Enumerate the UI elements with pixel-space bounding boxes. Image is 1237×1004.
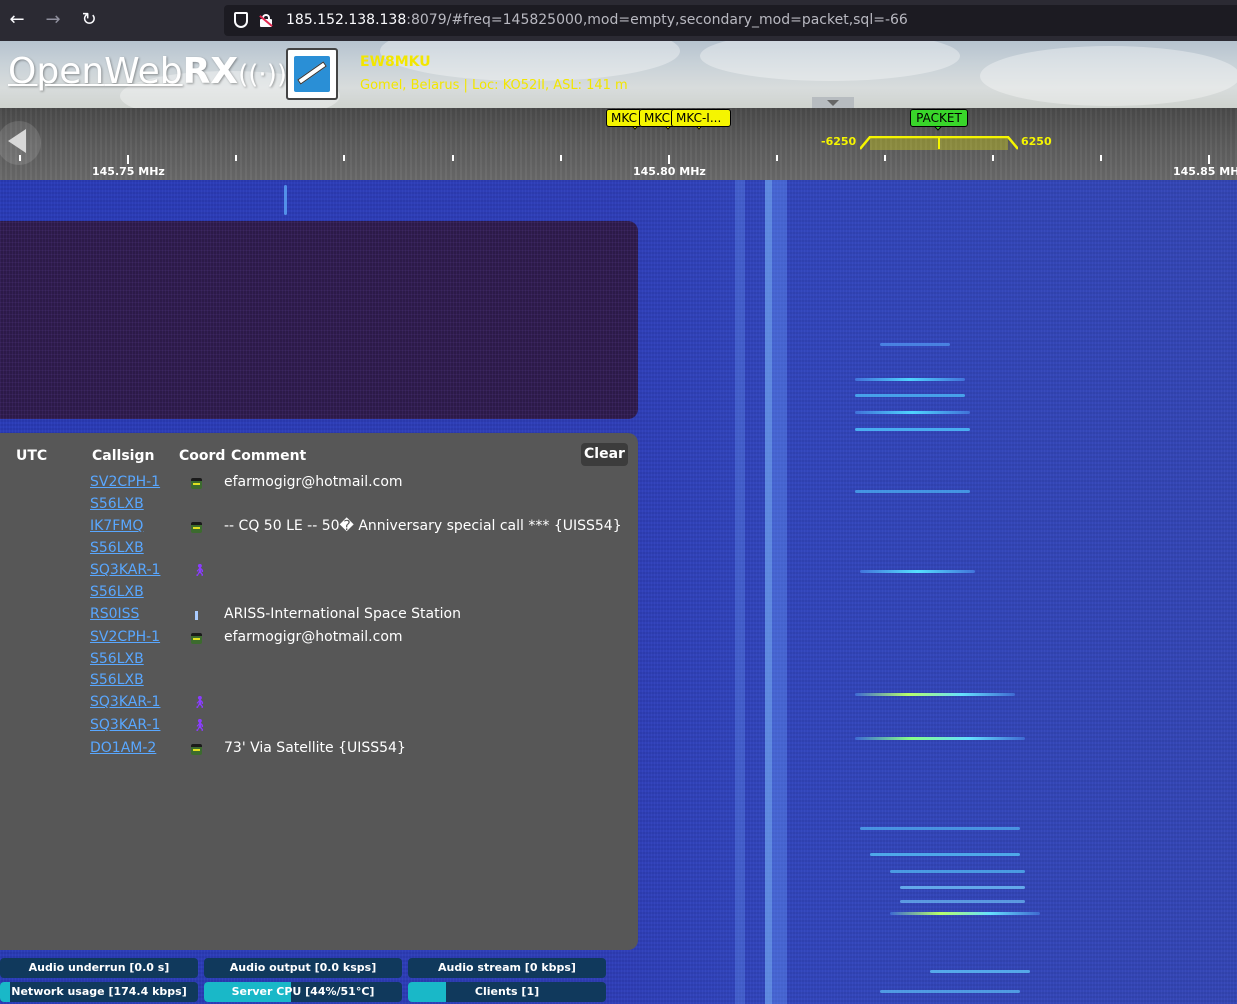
network-usage-status: Network usage [174.4 kbps] <box>0 982 198 1002</box>
station-description: Gomel, Belarus | Loc: KO52II, ASL: 141 m <box>360 78 628 93</box>
log-row: DO1AM-2 73' Via Satellite {UISS54} <box>0 740 638 762</box>
column-coord: Coord <box>179 448 226 464</box>
openwebrx-logo[interactable]: OpenWebRX((·)) <box>8 51 287 92</box>
callsign-link[interactable]: S56LXB <box>90 496 144 512</box>
insecure-lock-icon[interactable] <box>259 14 273 27</box>
audio-underrun-status: Audio underrun [0.0 s] <box>0 958 198 978</box>
receiver-header: OpenWebRX((·)) EW8MKU Gomel, Belarus | L… <box>0 41 1237 108</box>
shield-icon[interactable] <box>234 12 248 28</box>
callsign-link[interactable]: DO1AM-2 <box>90 740 156 756</box>
bookmark-marker[interactable]: MKC-I... <box>671 109 731 127</box>
callsign-link[interactable]: S56LXB <box>90 584 144 600</box>
satellite-icon[interactable] <box>191 610 202 621</box>
log-row: SQ3KAR-1 🚶︎ <box>0 694 638 716</box>
url-path: :8079/#freq=145825000,mod=empty,secondar… <box>406 12 908 28</box>
log-comment: efarmogigr@hotmail.com <box>224 474 403 490</box>
log-row: S56LXB <box>0 651 638 673</box>
log-row: S56LXB <box>0 672 638 694</box>
callsign-link[interactable]: S56LXB <box>90 540 144 556</box>
callsign-link[interactable]: SV2CPH-1 <box>90 474 160 490</box>
callsign-link[interactable]: SQ3KAR-1 <box>90 694 160 710</box>
collapse-header-button[interactable] <box>812 97 854 108</box>
clear-log-button[interactable]: Clear <box>581 443 628 466</box>
bandwidth-high-label: 6250 <box>1021 135 1052 148</box>
packet-tuning-marker[interactable]: PACKET <box>910 109 968 127</box>
chevron-left-icon <box>8 129 26 153</box>
log-row: S56LXB <box>0 584 638 606</box>
url-host: 185.152.138.138 <box>286 12 407 28</box>
car-icon[interactable] <box>191 522 202 533</box>
column-utc: UTC <box>16 448 48 464</box>
passband-handle[interactable] <box>860 136 1018 150</box>
log-comment: ARISS-International Space Station <box>224 606 461 622</box>
receiver-avatar <box>286 48 338 100</box>
back-arrow-icon[interactable]: ← <box>5 8 29 32</box>
callsign-link[interactable]: S56LXB <box>90 651 144 667</box>
callsign-link[interactable]: SQ3KAR-1 <box>90 717 160 733</box>
log-row: SV2CPH-1 efarmogigr@hotmail.com <box>0 474 638 496</box>
column-comment: Comment <box>231 448 307 464</box>
car-icon[interactable] <box>191 744 202 755</box>
car-icon[interactable] <box>191 633 202 644</box>
bookmark-marker[interactable]: MKC <box>639 109 675 127</box>
freq-label: 145.85 MH <box>1173 165 1237 178</box>
log-row: S56LXB <box>0 540 638 562</box>
log-row: RS0ISS ARISS-International Space Station <box>0 606 638 628</box>
log-row: IK7FMQ -- CQ 50 LE -- 50� Anniversary sp… <box>0 518 638 540</box>
clients-status: Clients [1] <box>408 982 606 1002</box>
freq-label: 145.75 MHz <box>92 165 165 178</box>
reload-icon[interactable]: ↻ <box>77 8 101 32</box>
walker-icon[interactable]: 🚶︎ <box>192 696 207 708</box>
log-row: SQ3KAR-1 🚶︎ <box>0 562 638 584</box>
callsign-link[interactable]: SQ3KAR-1 <box>90 562 160 578</box>
packet-decoder-canvas <box>0 221 638 419</box>
clients-fill <box>408 982 446 1002</box>
callsign-link[interactable]: SV2CPH-1 <box>90 629 160 645</box>
address-bar[interactable]: 185.152.138.138:8079/#freq=145825000,mod… <box>224 5 1237 36</box>
network-usage-fill <box>0 982 10 1002</box>
callsign-link[interactable]: RS0ISS <box>90 606 139 622</box>
radio-waves-icon: ((·)) <box>238 60 287 90</box>
log-comment: -- CQ 50 LE -- 50� Anniversary special c… <box>224 518 622 534</box>
browser-toolbar: ← → ↻ 185.152.138.138:8079/#freq=1458250… <box>0 0 1237 41</box>
packet-log-panel: UTC Callsign Coord Comment Clear SV2CPH-… <box>0 433 638 950</box>
log-comment: efarmogigr@hotmail.com <box>224 629 403 645</box>
station-callsign: EW8MKU <box>360 54 431 70</box>
bookmark-marker[interactable]: MKC <box>606 109 642 127</box>
frequency-scale[interactable]: 145.75 MHz 145.80 MHz 145.85 MH MKC MKC … <box>0 108 1237 180</box>
freq-label: 145.80 MHz <box>633 165 706 178</box>
log-row: S56LXB <box>0 496 638 518</box>
walker-icon[interactable]: 🚶︎ <box>192 564 207 576</box>
forward-arrow-icon[interactable]: → <box>41 8 65 32</box>
walker-icon[interactable]: 🚶︎ <box>192 719 207 731</box>
log-row: SQ3KAR-1 🚶︎ <box>0 717 638 739</box>
audio-output-status: Audio output [0.0 ksps] <box>204 958 402 978</box>
callsign-link[interactable]: S56LXB <box>90 672 144 688</box>
log-comment: 73' Via Satellite {UISS54} <box>224 740 406 756</box>
callsign-link[interactable]: IK7FMQ <box>90 518 143 534</box>
car-icon[interactable] <box>191 478 202 489</box>
bandwidth-low-label: -6250 <box>821 135 857 148</box>
url-text[interactable]: 185.152.138.138:8079/#freq=145825000,mod… <box>286 12 908 28</box>
column-callsign: Callsign <box>92 448 155 464</box>
log-row: SV2CPH-1 efarmogigr@hotmail.com <box>0 629 638 651</box>
audio-stream-status: Audio stream [0 kbps] <box>408 958 606 978</box>
server-cpu-status: Server CPU [44%/51°C] <box>204 982 402 1002</box>
